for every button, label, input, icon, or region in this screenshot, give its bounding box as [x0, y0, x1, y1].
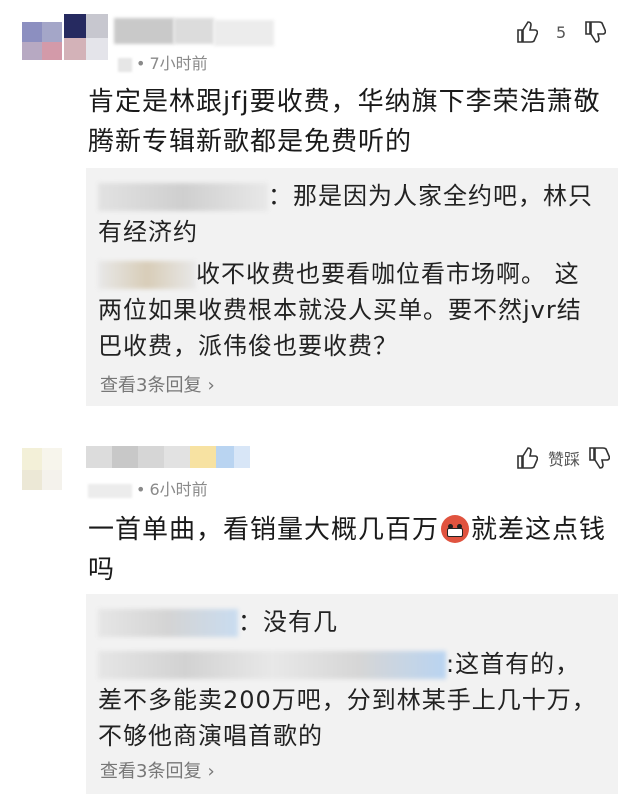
vote-label: 赞踩: [548, 450, 581, 469]
angry-emoji-icon: [441, 515, 470, 543]
reply-text: ：没有几: [238, 608, 338, 636]
vote-bar: 赞踩: [516, 446, 611, 470]
thumbs-down-icon[interactable]: [588, 446, 611, 470]
comment-text: 一首单曲，看销量大概几百万 就差这点钱吗: [88, 510, 623, 590]
view-more-replies[interactable]: 查看3条回复 ›: [100, 368, 215, 404]
reply-box: ：没有几 :这首有的，差不多能卖200万吧，分到林某手上几十万，不够他商演唱首歌…: [86, 594, 618, 794]
comment-time: 6小时前: [149, 480, 208, 499]
vote-bar: 5: [516, 20, 607, 44]
reply-box: ：那是因为人家全约吧，林只有经济约 收不收费也要看咖位看市场啊。 这两位如果收费…: [86, 168, 618, 406]
reply-item[interactable]: ：没有几: [98, 604, 603, 640]
thumbs-down-icon[interactable]: [584, 20, 607, 44]
comment-text-part: 一首单曲，看销量大概几百万: [88, 515, 440, 545]
reply-author[interactable]: [98, 183, 268, 211]
comment-time: 7小时前: [149, 54, 208, 73]
reply-author[interactable]: [98, 261, 196, 289]
reply-author[interactable]: [98, 651, 446, 679]
comment-meta: • 7小时前: [118, 50, 208, 74]
reply-author[interactable]: [98, 609, 238, 637]
view-more-label: 查看3条回复: [100, 375, 202, 396]
chevron-right-icon: ›: [207, 375, 215, 396]
comment-text: 肯定是林跟jfj要收费，华纳旗下李荣浩萧敬腾新专辑新歌都是免费听的: [88, 87, 601, 157]
chevron-right-icon: ›: [207, 761, 215, 782]
reply-item[interactable]: 收不收费也要看咖位看市场啊。 这两位如果收费根本就没人买单。要不然jvr结巴收费…: [98, 256, 603, 364]
reply-item[interactable]: :这首有的，差不多能卖200万吧，分到林某手上几十万，不够他商演唱首歌的: [98, 646, 603, 754]
reply-item[interactable]: ：那是因为人家全约吧，林只有经济约: [98, 178, 603, 250]
view-more-label: 查看3条回复: [100, 761, 202, 782]
like-count: 5: [556, 22, 567, 42]
comment-card: • 6小时前 赞踩 一首单曲，看销量大概几百万 就差这点钱吗 ：没有几 :这首有的，…: [0, 420, 640, 810]
view-more-replies[interactable]: 查看3条回复 ›: [100, 754, 215, 790]
thumbs-up-icon[interactable]: [516, 20, 538, 44]
comment-card: • 7小时前 5 肯定是林跟jfj要收费，华纳旗下李荣浩萧敬腾新专辑新歌都是免费听…: [0, 0, 640, 420]
thumbs-up-icon[interactable]: [516, 446, 538, 470]
comment-meta: • 6小时前: [88, 476, 208, 500]
